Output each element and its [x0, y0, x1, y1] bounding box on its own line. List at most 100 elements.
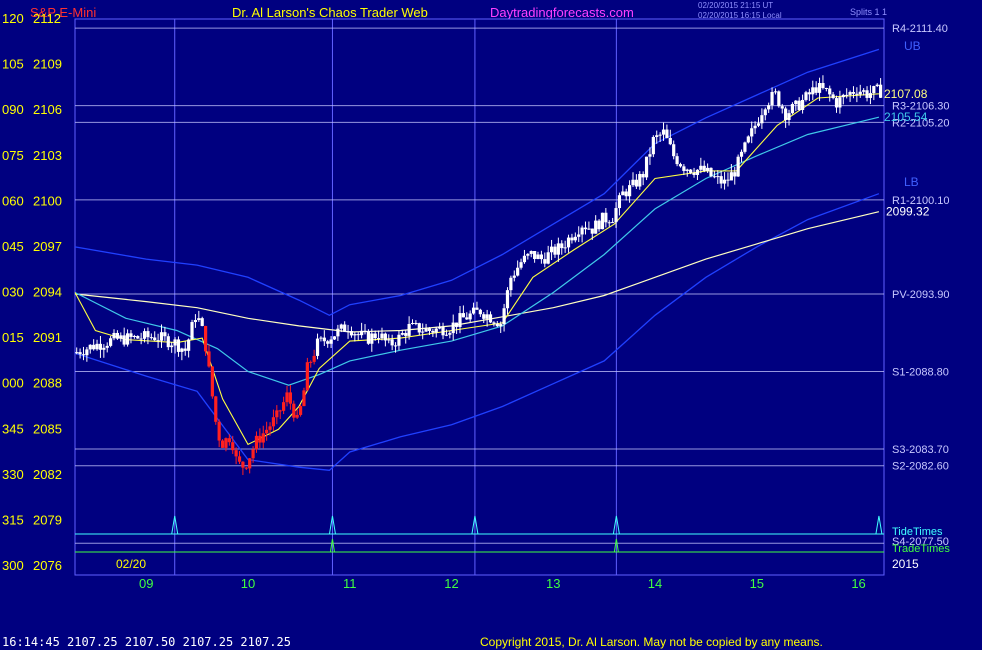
candle-body	[203, 325, 208, 352]
candle-body	[763, 109, 767, 116]
candle-body	[349, 331, 354, 336]
candle-body	[821, 83, 825, 88]
copyright: Copyright 2015, Dr. Al Larson. May not b…	[480, 635, 823, 649]
y-tick-price-label: 2079	[33, 512, 62, 527]
candle-body	[85, 349, 89, 356]
date-label: 02/20	[116, 557, 146, 571]
candle-body	[237, 456, 242, 462]
candle-body	[804, 92, 808, 100]
candle-body	[865, 90, 869, 98]
level-label: PV-2093.90	[892, 289, 950, 301]
candle-body	[227, 438, 231, 443]
candle-body	[353, 334, 357, 336]
candle-body	[522, 255, 527, 263]
x-tick-label: 11	[343, 576, 357, 591]
candle-body	[644, 156, 649, 178]
value-label: 2107.08	[884, 87, 928, 101]
candle-body	[81, 354, 86, 356]
candle-body	[298, 406, 303, 415]
candle-body	[332, 336, 337, 340]
candle-body	[794, 100, 798, 105]
candle-body	[322, 337, 326, 342]
candle-body	[665, 129, 669, 139]
candle-body	[366, 330, 371, 344]
candle-body	[234, 450, 238, 457]
y-tick-price-label: 2088	[33, 376, 62, 391]
candle-body	[516, 267, 520, 276]
candle-body	[689, 169, 693, 173]
candle-body	[190, 322, 194, 340]
candle-body	[583, 227, 588, 230]
candle-body	[699, 165, 703, 170]
site-url-link[interactable]: Daytradingforecasts.com	[490, 5, 634, 20]
candle-body	[627, 185, 632, 197]
candle-body	[773, 91, 778, 93]
candle-body	[692, 172, 696, 175]
candle-body	[315, 338, 320, 356]
candle-body	[397, 334, 401, 346]
candle-body	[393, 345, 398, 347]
candle-body	[88, 344, 92, 350]
candle-body	[217, 421, 221, 441]
candle-body	[519, 262, 523, 268]
candle-body	[729, 172, 733, 181]
timestamp-ut: 02/20/2015 21:15 UT	[698, 1, 773, 10]
candle-body	[675, 156, 679, 165]
candle-body	[661, 129, 666, 135]
candle-body	[743, 142, 747, 152]
candle-body	[339, 324, 343, 329]
candle-body	[400, 333, 404, 335]
candle-body	[197, 318, 201, 321]
candle-body	[526, 253, 530, 256]
candle-body	[828, 88, 832, 95]
candle-body	[807, 92, 811, 95]
candle-body	[726, 179, 730, 181]
candle-body	[587, 228, 591, 230]
x-tick-label: 10	[241, 576, 255, 591]
candle-body	[363, 330, 367, 332]
candle-body	[756, 123, 761, 126]
candle-body	[611, 222, 615, 224]
candle-body	[261, 433, 265, 443]
y-tick-angle-label: 000	[2, 376, 24, 391]
candle-body	[444, 334, 449, 336]
candle-body	[604, 212, 608, 223]
candle-body	[448, 333, 452, 335]
candle-body	[132, 335, 136, 337]
candle-body	[746, 136, 750, 143]
candle-body	[787, 113, 791, 120]
candle-body	[736, 156, 740, 177]
candle-body	[607, 222, 611, 224]
y-tick-angle-label: 075	[2, 148, 24, 163]
site-title: Dr. Al Larson's Chaos Trader Web	[232, 5, 428, 20]
candle-body	[631, 179, 635, 186]
candle-body	[78, 352, 82, 355]
candle-body	[159, 332, 164, 341]
candle-body	[193, 320, 198, 323]
y-tick-angle-label: 105	[2, 57, 24, 72]
candle-body	[777, 91, 781, 107]
candle-body	[125, 333, 130, 345]
candle-body	[529, 250, 533, 254]
candle-body	[838, 97, 842, 108]
candle-body	[278, 410, 282, 412]
candle-body	[539, 254, 544, 260]
candle-body	[98, 343, 103, 350]
candle-body	[441, 326, 445, 336]
candle-body	[851, 92, 856, 94]
candle-body	[638, 173, 642, 187]
y-tick-price-label: 2112	[33, 11, 61, 26]
splits-label: Splits 1 1	[850, 7, 887, 17]
candle-body	[841, 94, 845, 98]
candle-body	[309, 361, 313, 363]
candle-body	[499, 324, 503, 327]
candle-body	[471, 307, 476, 314]
candle-body	[343, 324, 347, 332]
last-quote: 16:14:45 2107.25 2107.50 2107.25 2107.25	[2, 635, 291, 649]
candle-body	[187, 339, 191, 351]
candle-body	[556, 243, 560, 255]
candle-body	[102, 347, 106, 350]
candle-body	[431, 330, 435, 333]
candle-body	[163, 332, 167, 337]
x-tick-label: 14	[648, 576, 662, 591]
